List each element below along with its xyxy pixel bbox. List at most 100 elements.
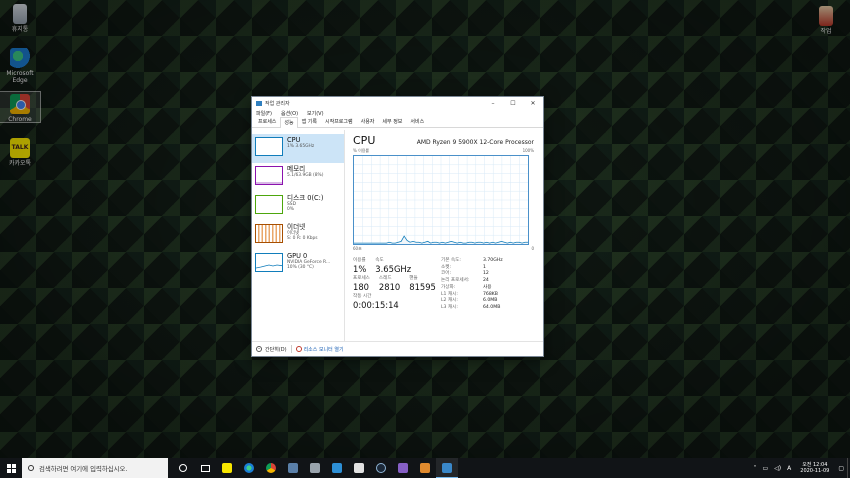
sidebar-item-detail-2: 10% (30 °C)	[287, 265, 314, 271]
spec-key: 논리 프로세서:	[441, 278, 470, 284]
desktop-icon-app[interactable]: 작업	[806, 6, 846, 35]
spec-value: 1	[483, 264, 486, 270]
sidebar-item-cpu[interactable]: CPU 1% 3.65GHz	[252, 134, 344, 163]
tab-strip: 프로세스 성능 앱 기록 시작프로그램 사용자 세부 정보 서비스	[252, 116, 543, 128]
taskbar-chrome[interactable]	[260, 458, 282, 478]
desktop-icon-label: Microsoft Edge	[6, 70, 34, 84]
sidebar-item-detail: 5.1/63.9GB (8%)	[287, 173, 324, 178]
utilization-value: 1%	[353, 264, 367, 274]
tab-performance[interactable]: 성능	[280, 117, 298, 128]
resource-sidebar: CPU 1% 3.65GHz 메모리 5.1/63.9GB (8%) 디스크 0…	[252, 130, 345, 341]
desktop-icon-recycle-bin[interactable]: 휴지통	[0, 4, 40, 33]
sidebar-item-ethernet[interactable]: 이더넷 이더넷 S: 0 R: 0 Kbps	[252, 221, 344, 250]
volume-icon[interactable]: ◁)	[774, 465, 781, 472]
handles-value: 81595	[409, 282, 436, 292]
cpu-heading: CPU	[353, 134, 376, 147]
chevron-up-icon[interactable]: ˄	[754, 465, 757, 472]
cpu-thumbnail	[255, 137, 283, 156]
title-bar[interactable]: 작업 관리자 – ☐ ✕	[252, 97, 543, 109]
app-file-icon	[819, 6, 833, 26]
taskbar-steam[interactable]	[370, 458, 392, 478]
ime-indicator[interactable]: A	[787, 465, 791, 472]
fewer-details-link[interactable]: 간단히(D)	[265, 346, 287, 353]
app-icon	[332, 463, 342, 473]
spec-value: 12	[483, 271, 489, 277]
speed-value: 3.65GHz	[375, 264, 412, 274]
processes-value: 180	[353, 282, 369, 292]
open-resource-monitor-link[interactable]: 리소스 모니터 열기	[304, 346, 344, 353]
task-manager-window: 작업 관리자 – ☐ ✕ 파일(F) 옵션(O) 보기(V) 프로세스 성능 앱…	[251, 96, 544, 357]
chrome-icon	[10, 94, 30, 114]
chrome-icon	[266, 463, 276, 473]
desktop-icon-label: Chrome	[8, 116, 32, 123]
sidebar-item-memory[interactable]: 메모리 5.1/63.9GB (8%)	[252, 163, 344, 192]
cpu-graph-plot	[354, 156, 528, 244]
spec-value: 6.0MB	[483, 298, 498, 304]
cortana-icon	[179, 464, 187, 472]
taskbar-app-3[interactable]	[326, 458, 348, 478]
steam-icon	[376, 463, 386, 473]
taskbar-app-2[interactable]	[304, 458, 326, 478]
cpu-detail-panel: CPU AMD Ryzen 9 5900X 12-Core Processor …	[345, 130, 543, 341]
taskbar-kakaotalk[interactable]	[216, 458, 238, 478]
recycle-bin-icon	[13, 4, 27, 24]
spec-key: L2 캐시:	[441, 298, 458, 304]
disk-thumbnail	[255, 195, 283, 214]
desktop-icon-edge[interactable]: Microsoft Edge	[0, 48, 40, 84]
sidebar-item-detail-2: S: 0 R: 0 Kbps	[287, 236, 318, 242]
tab-services[interactable]: 서비스	[406, 116, 428, 127]
sidebar-item-gpu[interactable]: GPU 0 NVIDIA GeForce R... 10% (30 °C)	[252, 250, 344, 279]
search-icon	[28, 465, 34, 471]
ethernet-thumbnail	[255, 224, 283, 243]
graph-min-label: 0	[531, 246, 534, 251]
app-icon	[310, 463, 320, 473]
resource-monitor-icon	[295, 346, 302, 352]
chevron-up-icon[interactable]: ⌃	[256, 346, 262, 352]
taskbar-task-manager[interactable]	[436, 458, 458, 478]
maximize-button[interactable]: ☐	[503, 97, 523, 109]
tab-users[interactable]: 사용자	[357, 116, 379, 127]
sidebar-item-label: 이더넷	[287, 223, 306, 231]
task-view-button[interactable]	[194, 458, 216, 478]
sidebar-item-detail: 1% 3.65GHz	[287, 144, 315, 149]
desktop-icon-label: 휴지통	[11, 26, 29, 33]
sidebar-item-label: GPU 0	[287, 252, 308, 260]
start-button[interactable]	[0, 458, 22, 478]
tab-app-history[interactable]: 앱 기록	[298, 116, 321, 127]
sidebar-item-detail-2: 0%	[287, 207, 294, 213]
tab-startup[interactable]: 시작프로그램	[321, 116, 357, 127]
desktop-icon-label: 카카오톡	[8, 160, 32, 167]
clock[interactable]: 오전 12:04 2020-11-09	[800, 462, 829, 475]
tab-processes[interactable]: 프로세스	[254, 116, 280, 127]
clock-date: 2020-11-09	[800, 468, 830, 474]
menu-options[interactable]: 옵션(O)	[281, 110, 298, 117]
uptime-value: 0:00:15:14	[353, 300, 399, 310]
taskbar-visual-studio[interactable]	[392, 458, 414, 478]
spec-key: 가상화:	[441, 284, 456, 290]
kakaotalk-icon	[222, 463, 232, 473]
task-manager-icon	[442, 462, 452, 473]
threads-value: 2810	[378, 282, 401, 292]
memory-thumbnail	[255, 166, 283, 185]
desktop-icon-chrome[interactable]: Chrome	[0, 91, 41, 123]
taskbar-app-5[interactable]	[414, 458, 436, 478]
cpu-specs: 기본 속도: 3.70GHz 소켓: 1 코어: 12 논리 프로세서: 24 가상화:…	[441, 258, 534, 312]
close-button[interactable]: ✕	[523, 97, 543, 109]
spec-key: 기본 속도:	[441, 258, 461, 263]
taskbar-edge[interactable]	[238, 458, 260, 478]
system-tray: ˄ ▭ ◁) A 오전 12:04 2020-11-09 ▢	[751, 458, 850, 478]
taskbar: 검색하려면 여기에 입력하십시오. ˄ ▭ ◁) A 오전 12:04 2020…	[0, 458, 850, 478]
tab-details[interactable]: 세부 정보	[378, 116, 406, 127]
spec-value: 24	[483, 278, 489, 284]
app-icon	[354, 463, 364, 473]
kakaotalk-icon: TALK	[10, 138, 30, 158]
taskbar-app-4[interactable]	[348, 458, 370, 478]
taskbar-search-box[interactable]: 검색하려면 여기에 입력하십시오.	[22, 458, 168, 478]
cortana-button[interactable]	[172, 458, 194, 478]
taskbar-app-1[interactable]	[282, 458, 304, 478]
sidebar-item-disk[interactable]: 디스크 0(C:) SSD 0%	[252, 192, 344, 221]
network-icon[interactable]: ▭	[763, 465, 769, 472]
minimize-button[interactable]: –	[483, 97, 503, 109]
desktop-icon-kakaotalk[interactable]: TALK 카카오톡	[0, 138, 40, 167]
notification-icon[interactable]: ▢	[838, 465, 844, 472]
